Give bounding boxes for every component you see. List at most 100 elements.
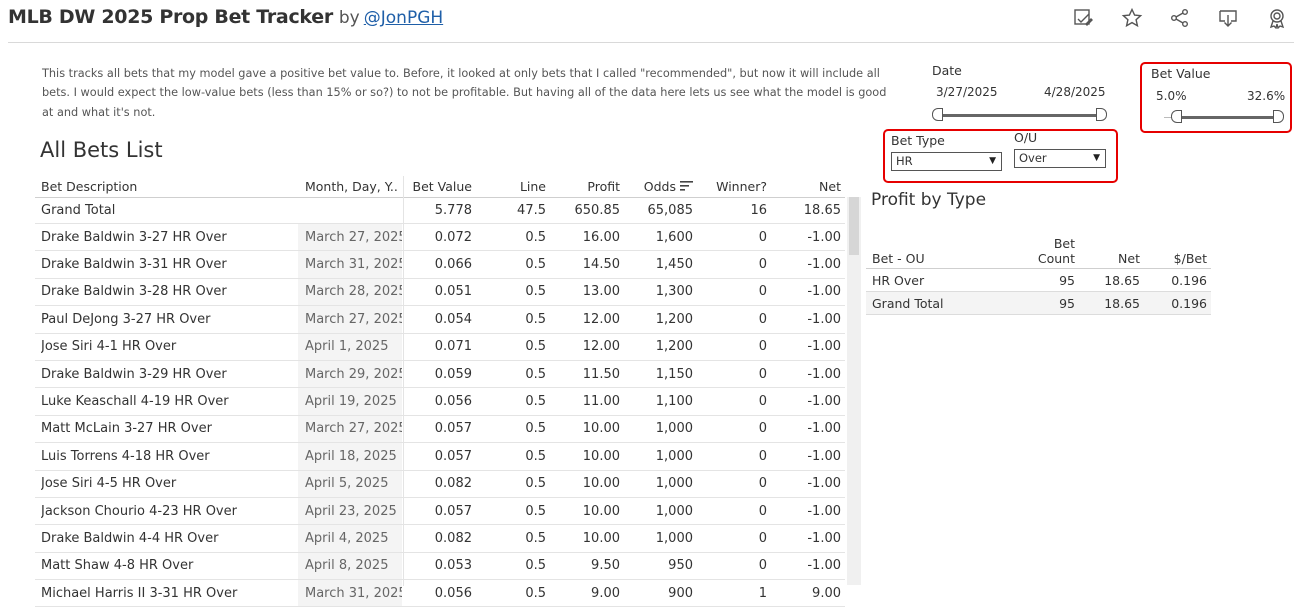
table-body: Drake Baldwin 3-27 HR Over March 27, 2025… (35, 224, 845, 607)
star-icon[interactable] (1121, 7, 1143, 29)
cell-net: -1.00 (807, 339, 841, 355)
cell-winner: 0 (758, 476, 767, 492)
download-icon[interactable] (1217, 7, 1239, 29)
cell-date: April 19, 2025 (298, 388, 402, 415)
cell-net: -1.00 (807, 421, 841, 437)
table-row[interactable]: Jose Siri 4-1 HR Over April 1, 2025 0.071 0… (35, 333, 845, 361)
table-scrollbar[interactable] (847, 197, 861, 585)
cell-net: 9.00 (812, 585, 841, 601)
cell-profit: 11.50 (582, 366, 620, 382)
date-slider-track[interactable] (940, 114, 1102, 117)
edit-icon[interactable] (1072, 7, 1094, 29)
column-header-line[interactable]: Line (472, 176, 546, 197)
cell-winner: 0 (758, 339, 767, 355)
badge-icon[interactable] (1266, 7, 1288, 30)
cell-date: March 29, 2025 (298, 360, 402, 388)
table-title: All Bets List (40, 138, 163, 162)
cell-net: -1.00 (807, 394, 841, 410)
ou-dropdown[interactable]: Over ▼ (1014, 149, 1106, 168)
grand-total-profit: 650.85 (574, 203, 621, 218)
bet-type-dropdown[interactable]: HR ▼ (891, 152, 1002, 171)
column-header-bet-description[interactable]: Bet Description (41, 176, 297, 197)
table-row[interactable]: Drake Baldwin 3-29 HR Over March 29, 2025… (35, 360, 845, 389)
summary-row: HR Over 95 18.65 0.196 (866, 269, 1211, 292)
table-row[interactable]: Matt McLain 3-27 HR Over March 27, 2025 0.… (35, 415, 845, 444)
table-row[interactable]: Jackson Chourio 4-23 HR Over April 23, 20… (35, 497, 845, 526)
sort-descending-icon[interactable] (680, 180, 693, 194)
header-title-group: MLB DW 2025 Prop Bet Tracker by @JonPGH (8, 6, 443, 28)
bet-type-dropdown-value: HR (896, 154, 913, 168)
cell-odds: 1,600 (655, 229, 693, 245)
page-title: MLB DW 2025 Prop Bet Tracker (8, 6, 333, 28)
cell-profit: 9.00 (591, 585, 620, 601)
table-row[interactable]: Paul DeJong 3-27 HR Over March 27, 2025 0.… (35, 306, 845, 334)
cell-date: March 27, 2025 (298, 415, 402, 443)
cell-net: -1.00 (807, 284, 841, 300)
column-header-net[interactable]: Net (767, 176, 841, 197)
table-row[interactable]: Michael Harris II 3-31 HR Over March 31, … (35, 580, 845, 607)
cell-profit: 16.00 (582, 229, 620, 245)
date-range-labels: 3/27/2025 4/28/2025 (932, 85, 1112, 101)
cell-bet-description: Michael Harris II 3-31 HR Over (41, 585, 238, 601)
cell-net: -1.00 (807, 558, 841, 574)
cell-bet-value: 0.057 (434, 503, 472, 519)
table-row[interactable]: Drake Baldwin 3-27 HR Over March 27, 2025… (35, 224, 845, 252)
column-header-winner[interactable]: Winner? (693, 176, 767, 197)
cell-winner: 0 (758, 394, 767, 410)
column-header-bet-value[interactable]: Bet Value (403, 176, 472, 197)
table-row[interactable]: Drake Baldwin 3-31 HR Over March 31, 2025… (35, 251, 845, 279)
cell-winner: 0 (758, 448, 767, 464)
column-header-odds-label: Odds (643, 179, 676, 194)
summary-title: Profit by Type (871, 190, 987, 210)
summary-header-net[interactable]: Net (1075, 230, 1140, 268)
table-row[interactable]: Drake Baldwin 4-4 HR Over April 4, 2025 0.… (35, 525, 845, 553)
cell-bet-value: 0.071 (434, 339, 472, 355)
cell-winner: 0 (758, 530, 767, 546)
bets-table: Bet Description Month, Day, Y.. Bet Valu… (35, 176, 845, 607)
cell-odds: 1,000 (655, 503, 693, 519)
bet-value-slider-track[interactable] (1180, 116, 1280, 119)
table-row[interactable]: Drake Baldwin 3-28 HR Over March 28, 2025… (35, 278, 845, 307)
grand-total-line: 47.5 (517, 203, 546, 218)
cell-winner: 0 (758, 421, 767, 437)
column-header-date[interactable]: Month, Day, Y.. (298, 176, 402, 197)
summary-header-bet-ou[interactable]: Bet - OU (872, 230, 925, 268)
ou-filter-title: O/U (1014, 130, 1038, 145)
summary-header-per-bet[interactable]: $/Bet (1140, 230, 1207, 268)
column-header-profit[interactable]: Profit (546, 176, 620, 197)
cell-bet-value: 0.056 (434, 394, 472, 410)
table-row[interactable]: Jose Siri 4-5 HR Over April 5, 2025 0.082 0… (35, 470, 845, 498)
cell-profit: 10.00 (582, 476, 620, 492)
author-link[interactable]: @JonPGH (364, 8, 443, 28)
cell-profit: 13.00 (582, 284, 620, 300)
date-slider-end-handle[interactable] (1096, 108, 1107, 121)
table-row[interactable]: Luke Keaschall 4-19 HR Over April 19, 202… (35, 388, 845, 416)
cell-line: 0.5 (525, 503, 546, 519)
cell-line: 0.5 (525, 229, 546, 245)
column-header-odds[interactable]: Odds (620, 176, 693, 197)
cell-line: 0.5 (525, 476, 546, 492)
cell-date: April 4, 2025 (298, 525, 402, 552)
bet-type-filter-title: Bet Type (891, 133, 945, 148)
summary-row-net: 18.65 (1104, 272, 1140, 288)
table-row[interactable]: Matt Shaw 4-8 HR Over April 8, 2025 0.053 0… (35, 552, 845, 581)
bet-value-slider-min-handle[interactable] (1171, 110, 1182, 123)
cell-odds: 1,450 (655, 257, 693, 273)
date-range-end: 4/28/2025 (1044, 85, 1106, 99)
cell-line: 0.5 (525, 311, 546, 327)
table-row[interactable]: Luis Torrens 4-18 HR Over April 18, 2025 0… (35, 443, 845, 471)
cell-profit: 10.00 (582, 421, 620, 437)
date-slider-start-handle[interactable] (932, 108, 943, 121)
summary-header-bet-count[interactable]: Bet Count (1016, 230, 1075, 268)
cell-winner: 0 (758, 366, 767, 382)
grand-total-bet-value: 5.778 (434, 203, 472, 218)
share-icon[interactable] (1169, 7, 1191, 29)
cell-date: March 31, 2025 (298, 580, 402, 607)
cell-profit: 11.00 (582, 394, 620, 410)
date-filter-title: Date (932, 63, 962, 78)
cell-date: March 31, 2025 (298, 251, 402, 278)
bet-value-slider-max-handle[interactable] (1273, 110, 1284, 123)
cell-net: -1.00 (807, 503, 841, 519)
cell-odds: 1,300 (655, 284, 693, 300)
table-scrollbar-thumb[interactable] (849, 197, 859, 255)
